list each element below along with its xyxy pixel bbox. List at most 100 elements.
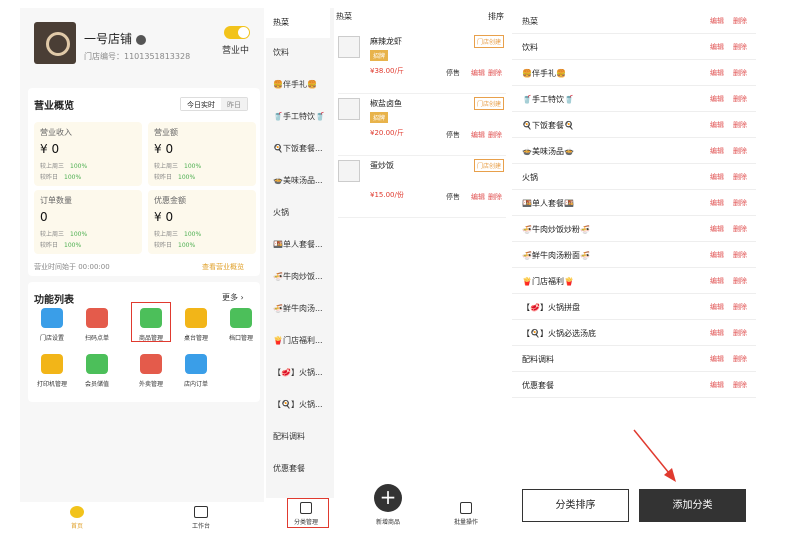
category-item[interactable]: 🍜牛肉炒饭... [266,262,330,292]
category-item[interactable]: 🍜鲜牛肉汤... [266,294,330,324]
edit-category-button[interactable]: 编辑 [710,146,724,156]
stop-sale-button[interactable]: 停售 [446,69,460,77]
category-item[interactable]: 配料调料 [266,422,330,452]
category-name: 【🍳】火锅必选汤底 [522,329,596,338]
category-item[interactable]: 热菜 [266,8,330,38]
fn-instore-orders[interactable]: 店内订单 [176,354,216,388]
delete-category-button[interactable]: 删除 [733,94,747,104]
category-row: 🍜牛肉炒饭炒粉🍜 编辑 删除 [512,216,756,242]
edit-category-button[interactable]: 编辑 [710,198,724,208]
fn-stall-management[interactable]: 档口管理 [221,308,261,342]
edit-product-button[interactable]: 编辑 [471,69,485,77]
category-item[interactable]: 🍔伴手礼🍔 [266,70,330,100]
delete-category-button[interactable]: 删除 [733,250,747,260]
stat-compare-day: 较昨日 100% [40,174,82,181]
category-item[interactable]: 优惠套餐 [266,454,330,484]
delete-category-button[interactable]: 删除 [733,198,747,208]
current-category: 热菜 [336,12,352,21]
home-panel: 一号店铺 门店编号：1101351813328 营业中 营业概览 今日实时 昨日… [20,8,264,534]
category-item[interactable]: 【🍳】火锅... [266,390,330,420]
edit-category-button[interactable]: 编辑 [710,94,724,104]
stat-label: 优惠金额 [154,196,186,205]
delete-category-button[interactable]: 删除 [733,68,747,78]
category-item[interactable]: 🍱单人套餐... [266,230,330,260]
delete-category-button[interactable]: 删除 [733,172,747,182]
edit-product-button[interactable]: 编辑 [471,131,485,139]
edit-category-button[interactable]: 编辑 [710,302,724,312]
category-item[interactable]: 🍟门店福利... [266,326,330,356]
tab-yesterday[interactable]: 昨日 [221,98,247,110]
category-item[interactable]: 【🥩】火锅... [266,358,330,388]
edit-product-button[interactable]: 编辑 [471,193,485,201]
category-name: 热菜 [522,17,538,26]
stop-sale-button[interactable]: 停售 [446,193,460,201]
delete-category-button[interactable]: 删除 [733,42,747,52]
delete-category-button[interactable]: 删除 [733,224,747,234]
edit-category-button[interactable]: 编辑 [710,328,724,338]
edit-category-button[interactable]: 编辑 [710,16,724,26]
store-card: 一号店铺 门店编号：1101351813328 营业中 [28,14,256,74]
delete-category-button[interactable]: 删除 [733,146,747,156]
category-row: 🍱单人套餐🍱 编辑 删除 [512,190,756,216]
stat-orders: 订单数量 0 较上周三 100% 较昨日 100% [34,190,142,254]
add-product-icon[interactable]: + [374,484,402,512]
category-item[interactable]: 火锅 [266,198,330,228]
delete-category-button[interactable]: 删除 [733,328,747,338]
delete-product-button[interactable]: 删除 [488,193,502,201]
edit-category-button[interactable]: 编辑 [710,172,724,182]
edit-category-button[interactable]: 编辑 [710,42,724,52]
category-item[interactable]: 🍳下饭套餐... [266,134,330,164]
fn-scan-order[interactable]: 扫码点单 [77,308,117,342]
stat-value: 0 [40,210,48,224]
stat-label: 营业收入 [40,128,72,137]
tab-today[interactable]: 今日实时 [181,98,221,110]
delete-category-button[interactable]: 删除 [733,16,747,26]
stat-value: ¥ 0 [40,142,60,156]
nav-new-product[interactable]: 新增商品 [376,517,400,526]
category-management-panel: 热菜 编辑 删除 饮料 编辑 删除 🍔伴手礼🍔 编辑 删除 🥤手工特饮🥤 编辑 删除 🍳下饭套餐🍳 编辑删… [512,8,756,534]
edit-category-button[interactable]: 编辑 [710,120,724,130]
delete-category-button[interactable]: 删除 [733,354,747,364]
store-name[interactable]: 一号店铺 [84,30,147,47]
edit-category-button[interactable]: 编辑 [710,276,724,286]
edit-category-button[interactable]: 编辑 [710,224,724,234]
delete-category-button[interactable]: 删除 [733,302,747,312]
sort-link[interactable]: 排序 [488,11,504,22]
delete-product-button[interactable]: 删除 [488,131,502,139]
stop-sale-button[interactable]: 停售 [446,131,460,139]
delete-category-button[interactable]: 删除 [733,276,747,286]
delete-category-button[interactable]: 删除 [733,120,747,130]
product-item[interactable]: 麻辣龙虾 招牌 门店创建 ¥38.00/斤 停售 编辑 删除 [338,30,506,94]
category-item[interactable]: 饮料 [266,38,330,68]
stat-value: ¥ 0 [154,142,174,156]
overview-card: 营业概览 今日实时 昨日 营业收入 ¥ 0 较上周三 100% 较昨日 100% 营… [28,88,260,276]
sort-categories-button[interactable]: 分类排序 [522,489,629,522]
edit-category-button[interactable]: 编辑 [710,250,724,260]
category-row: 🍜鲜牛肉汤粉面🍜 编辑 删除 [512,242,756,268]
fn-printer-management[interactable]: 打印机管理 [32,354,72,388]
product-item[interactable]: 椒盐卤鱼 招牌 门店创建 ¥20.00/斤 停售 编辑 删除 [338,92,506,156]
delete-category-button[interactable]: 删除 [733,380,747,390]
add-category-button[interactable]: 添加分类 [639,489,746,522]
fn-store-settings[interactable]: 门店设置 [32,308,72,342]
more-link[interactable]: 更多 › [222,292,244,303]
edit-category-button[interactable]: 编辑 [710,380,724,390]
switch-store-icon[interactable] [136,34,147,45]
product-item[interactable]: 蛋炒饭 门店创建 ¥15.00/份 停售 编辑 删除 [338,154,506,218]
nav-batch-operation[interactable]: 批量操作 [454,502,478,526]
fn-takeout-management[interactable]: 外卖管理 [131,354,171,388]
stat-label: 营业额 [154,128,178,137]
view-overview-link[interactable]: 查看营业概览 [202,262,244,272]
fn-member-recharge[interactable]: 会员储值 [77,354,117,388]
business-toggle[interactable] [224,26,250,39]
delete-product-button[interactable]: 删除 [488,69,502,77]
edit-category-button[interactable]: 编辑 [710,354,724,364]
category-item[interactable]: 🍲美味汤品... [266,166,330,196]
fn-table-management[interactable]: 桌台管理 [176,308,216,342]
product-image-placeholder [338,98,360,120]
nav-workbench[interactable]: 工作台 [192,506,210,530]
nav-category-management[interactable]: 分类管理 [294,502,318,526]
category-item[interactable]: 🥤手工特饮🥤 [266,102,330,132]
edit-category-button[interactable]: 编辑 [710,68,724,78]
nav-home[interactable]: 首页 [70,506,84,530]
